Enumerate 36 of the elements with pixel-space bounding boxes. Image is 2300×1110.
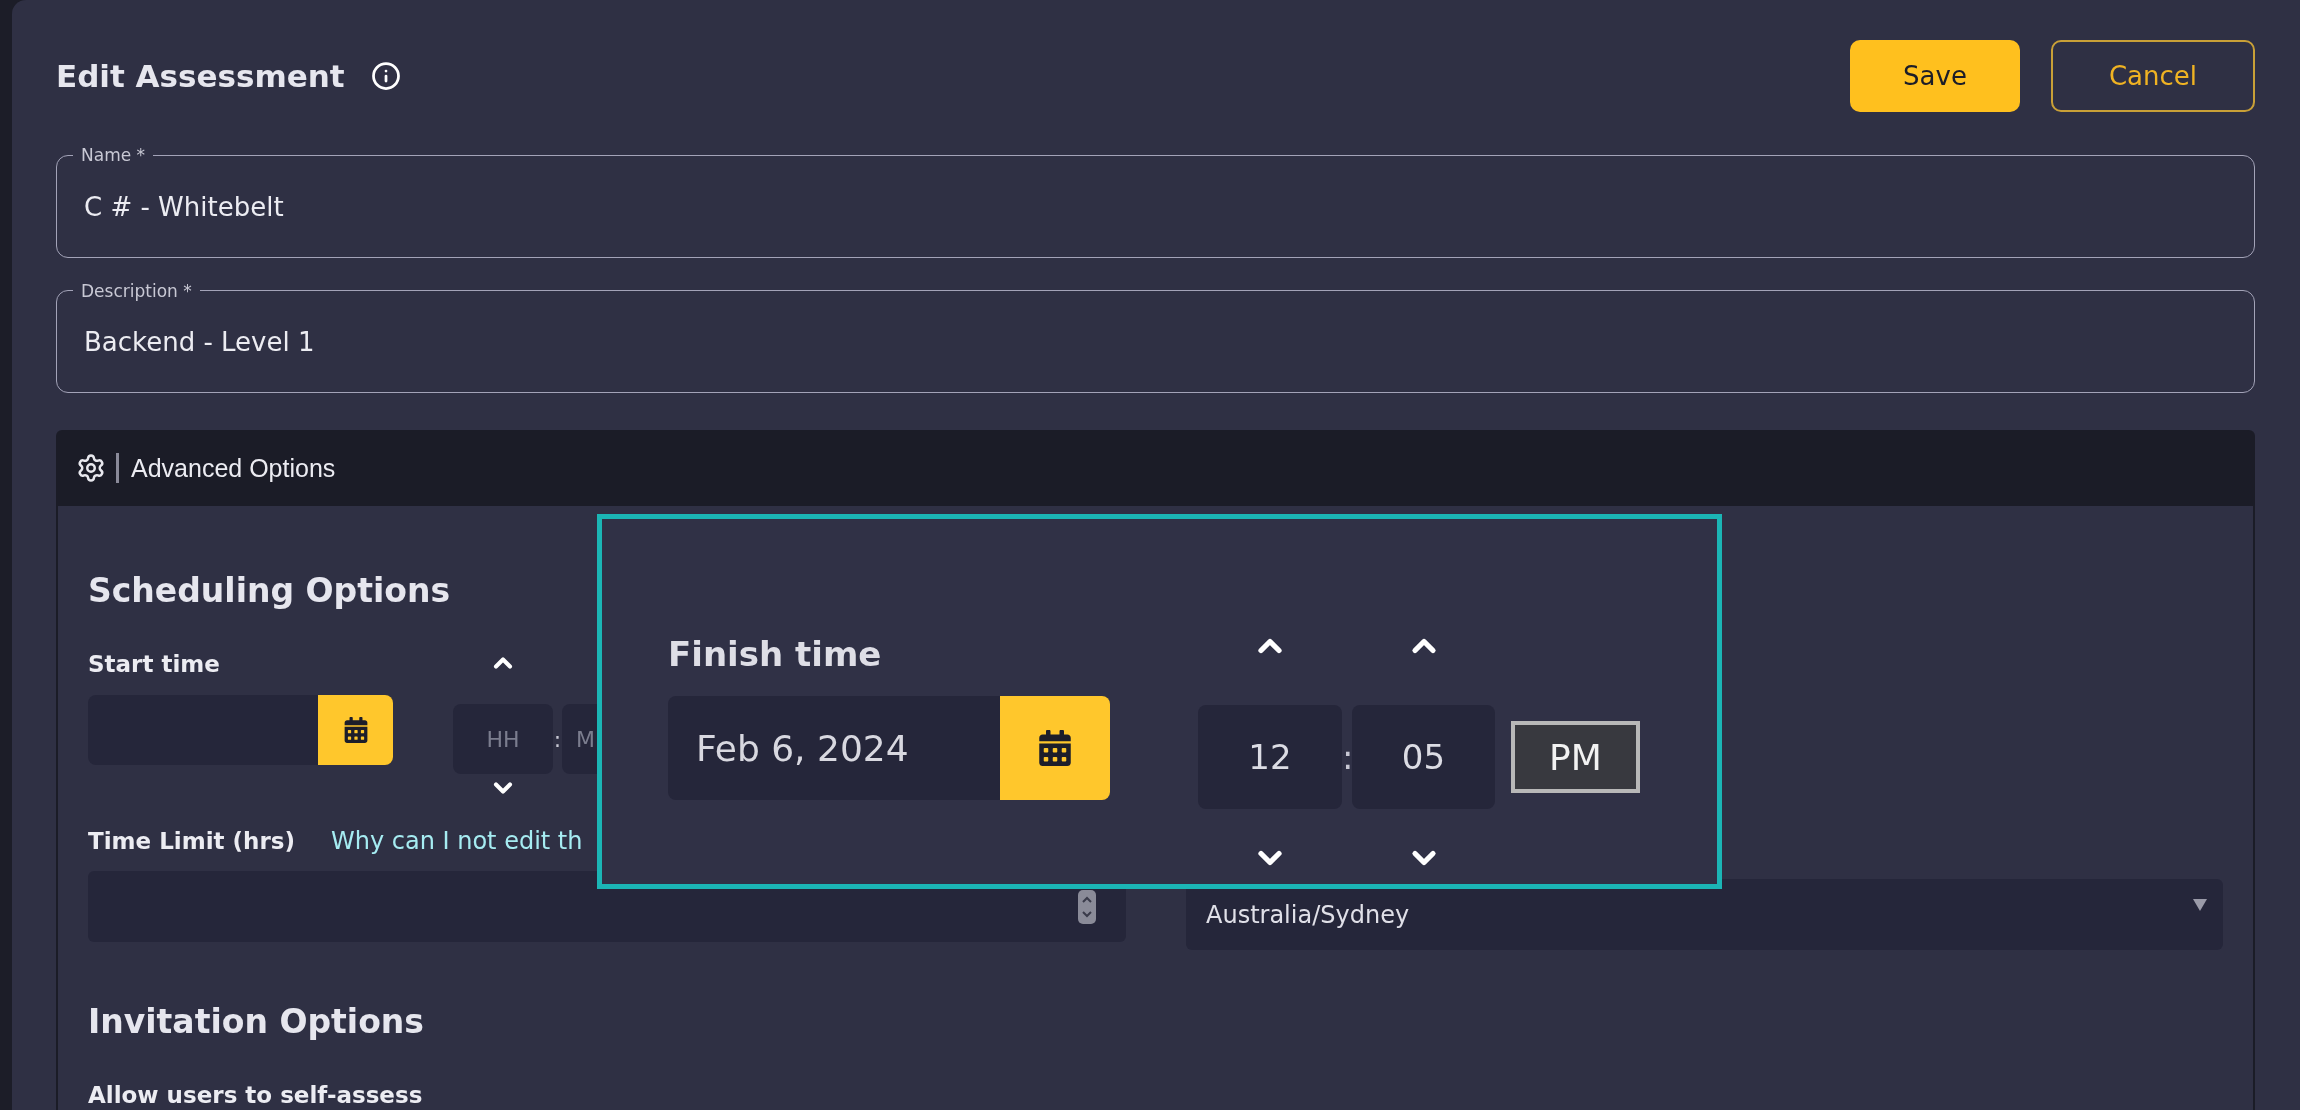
am-pm-toggle[interactable]: PM [1511,721,1640,793]
page-title: Edit Assessment [56,58,345,94]
minute-field[interactable]: M [562,704,597,774]
cancel-button[interactable]: Cancel [2051,40,2255,112]
field-label: Name * [80,145,147,165]
calendar-icon [1037,730,1073,766]
field-label: Allow users to self-assess [88,1081,424,1110]
dropdown-arrow-icon [2193,899,2207,911]
field-label: Finish time [668,634,883,674]
field-label: Description * [80,280,193,301]
hour-field[interactable]: 12 [1198,705,1342,809]
info-icon[interactable] [370,61,401,91]
date-field[interactable] [88,695,393,765]
text-field[interactable]: Description * Backend - Level 1 [56,280,2255,394]
text-field[interactable]: Name * C # - Whitebelt [56,145,2255,258]
calendar-icon [342,717,369,743]
field-label: Start time [88,650,221,679]
minute-field[interactable]: 05 [1352,705,1495,809]
date-field[interactable]: Feb 6, 2024 [668,696,1110,800]
time-separator: : [553,726,562,752]
section-heading: Scheduling Options [88,571,452,611]
time-separator: : [1342,737,1352,777]
hour-field[interactable]: HH [453,704,553,774]
section-heading: Invitation Options [88,1002,425,1042]
text-input[interactable]: C # - Whitebelt [84,191,2013,222]
field-label: Time Limit (hrs) [88,827,295,856]
calendar-button[interactable] [1000,696,1110,800]
settings-icon [76,453,106,484]
spinner-icon[interactable] [1078,889,1096,924]
section-title: Advanced Options [131,453,336,483]
advanced-options-header[interactable]: Advanced Options [56,430,2255,506]
calendar-button[interactable] [318,695,393,765]
text-input[interactable]: Backend - Level 1 [84,327,2013,358]
timezone-select[interactable]: Australia/Sydney [1186,879,2223,950]
help-link[interactable]: Why can I not edit th [330,826,583,856]
save-button[interactable]: Save [1850,40,2020,112]
